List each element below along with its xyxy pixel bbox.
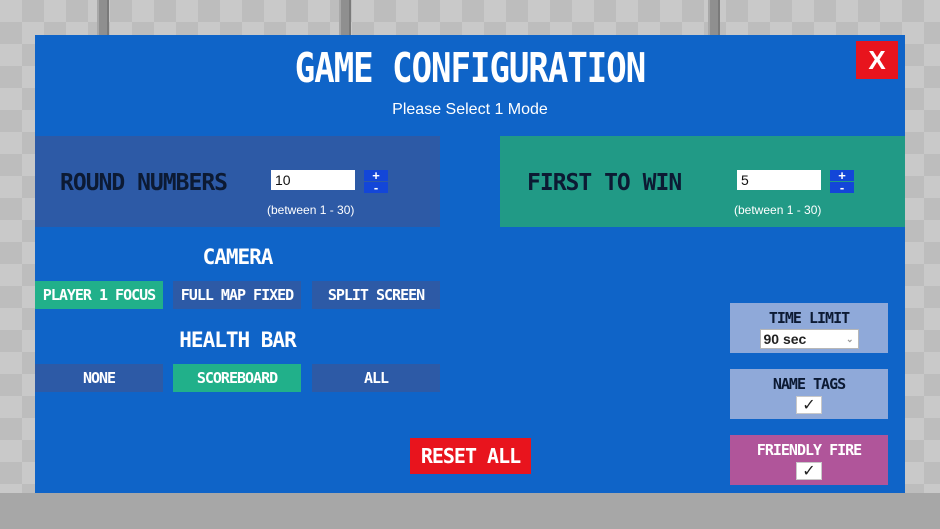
- round-numbers-decrement-button[interactable]: -: [364, 181, 388, 194]
- friendly-fire-label: FRIENDLY FIRE: [756, 441, 862, 459]
- first-to-win-hint: (between 1 - 30): [734, 203, 822, 217]
- name-tags-card: NAME TAGS ✓: [730, 369, 888, 419]
- name-tags-checkbox[interactable]: ✓: [796, 396, 822, 414]
- health-bar-option-none[interactable]: NONE: [35, 364, 163, 392]
- first-to-win-label: FIRST TO WIN: [527, 170, 682, 196]
- round-numbers-label: ROUND NUMBERS: [60, 170, 228, 196]
- friendly-fire-card: FRIENDLY FIRE ✓: [730, 435, 888, 485]
- camera-option-player-1-focus[interactable]: PLAYER 1 FOCUS: [35, 281, 163, 309]
- name-tags-label: NAME TAGS: [772, 375, 846, 393]
- time-limit-dropdown[interactable]: 90 sec ⌄: [759, 329, 859, 349]
- first-to-win-decrement-button[interactable]: -: [830, 181, 854, 194]
- chevron-down-icon: ⌄: [845, 334, 854, 344]
- time-limit-label: TIME LIMIT: [768, 309, 850, 327]
- game-configuration-panel: X GAME CONFIGURATION Please Select 1 Mod…: [35, 35, 905, 493]
- round-numbers-input[interactable]: [271, 170, 355, 190]
- checkmark-icon: ✓: [802, 461, 816, 480]
- reset-all-button[interactable]: RESET ALL: [410, 438, 531, 474]
- camera-option-full-map-fixed[interactable]: FULL MAP FIXED: [173, 281, 301, 309]
- page-subtitle: Please Select 1 Mode: [392, 101, 548, 118]
- first-to-win-input[interactable]: [737, 170, 821, 190]
- time-limit-card: TIME LIMIT 90 sec ⌄: [730, 303, 888, 353]
- camera-heading: CAMERA: [202, 245, 274, 269]
- round-numbers-hint: (between 1 - 30): [267, 203, 355, 217]
- round-numbers-stepper: + -: [364, 169, 388, 194]
- first-to-win-section: FIRST TO WIN + - (between 1 - 30): [500, 136, 905, 227]
- page-title: GAME CONFIGURATION: [294, 45, 646, 93]
- health-bar-option-scoreboard[interactable]: SCOREBOARD: [173, 364, 301, 392]
- health-bar-option-all[interactable]: ALL: [312, 364, 440, 392]
- health-bar-heading: HEALTH BAR: [179, 328, 296, 352]
- first-to-win-stepper: + -: [830, 169, 854, 194]
- time-limit-value: 90 sec: [763, 331, 807, 347]
- checkmark-icon: ✓: [802, 395, 816, 414]
- camera-option-split-screen[interactable]: SPLIT SCREEN: [312, 281, 440, 309]
- background-floor: [0, 493, 940, 529]
- round-numbers-section: ROUND NUMBERS + - (between 1 - 30): [35, 136, 440, 227]
- friendly-fire-checkbox[interactable]: ✓: [796, 462, 822, 480]
